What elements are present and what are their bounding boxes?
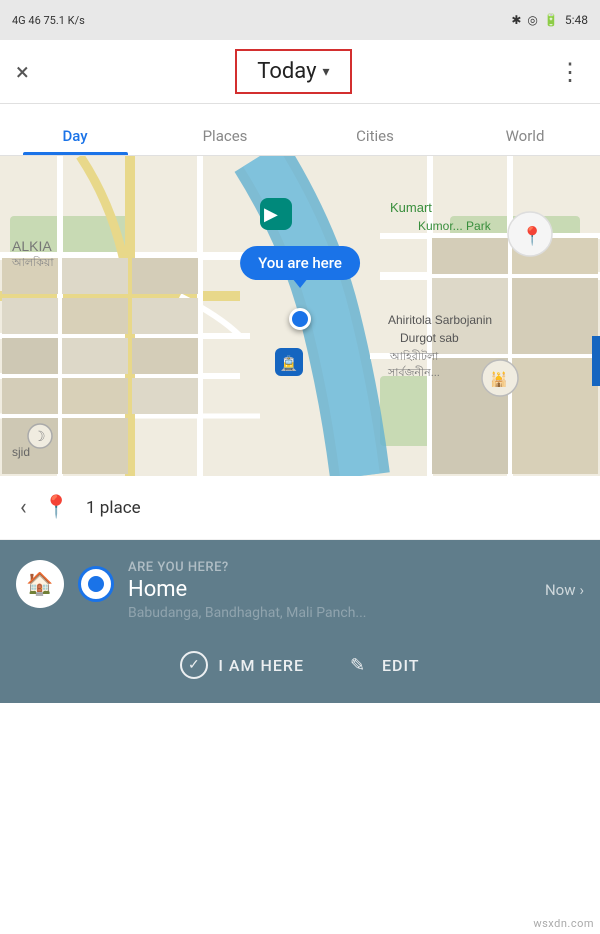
now-label[interactable]: Now › xyxy=(545,581,584,599)
back-button[interactable]: ‹ xyxy=(20,495,27,520)
home-icon: 🏠 xyxy=(26,572,53,597)
pin-icon: 📍 xyxy=(43,495,70,520)
chevron-right-icon: › xyxy=(579,581,584,599)
location-card: 🏠 ARE YOU HERE? Home Now › Babudanga, Ba… xyxy=(0,540,600,703)
battery-icon: 🔋 xyxy=(544,13,559,27)
dropdown-arrow-icon: ▾ xyxy=(323,64,330,80)
svg-text:Ahiritola Sarbojanin: Ahiritola Sarbojanin xyxy=(388,313,492,327)
i-am-here-label: I AM HERE xyxy=(218,656,304,675)
svg-text:সার্বজনীন...: সার্বজনীন... xyxy=(387,366,440,379)
time-display: 5:48 xyxy=(565,13,588,27)
edit-label: EDIT xyxy=(382,656,420,675)
place-address: Babudanga, Bandhaghat, Mali Panch... xyxy=(128,605,584,621)
bluetooth-icon: ✱ xyxy=(511,13,521,27)
location-icon: ◎ xyxy=(527,13,537,27)
tabs-bar: Day Places Cities World xyxy=(0,104,600,156)
status-bar: 4G 46 75.1 K/s ✱ ◎ 🔋 5:48 xyxy=(0,0,600,40)
place-name-row: Home Now › xyxy=(128,577,584,602)
i-am-here-button[interactable]: ✓ I AM HERE xyxy=(180,651,304,679)
svg-text:আলকিয়া: আলকিয়া xyxy=(11,256,54,269)
date-selector[interactable]: Today ▾ xyxy=(235,49,351,94)
svg-text:🚊: 🚊 xyxy=(280,355,297,372)
top-bar: × Today ▾ ⋮ xyxy=(0,40,600,104)
card-main-row: 🏠 ARE YOU HERE? Home Now › Babudanga, Ba… xyxy=(16,560,584,621)
svg-text:ALKIA: ALKIA xyxy=(12,238,52,254)
status-bar-left: 4G 46 75.1 K/s xyxy=(12,14,85,27)
svg-text:Durgot sab: Durgot sab xyxy=(400,331,459,345)
signal-info: 4G 46 75.1 K/s xyxy=(12,14,85,27)
tab-places[interactable]: Places xyxy=(150,104,300,155)
tab-cities[interactable]: Cities xyxy=(300,104,450,155)
action-row: ✓ I AM HERE ✎ EDIT xyxy=(16,631,584,703)
place-name: Home xyxy=(128,577,187,602)
are-you-here-label: ARE YOU HERE? xyxy=(128,560,584,575)
svg-text:আহিরীটলা: আহিরীটলা xyxy=(389,350,439,363)
tab-world[interactable]: World xyxy=(450,104,600,155)
dot-inner xyxy=(88,576,104,592)
edit-icon: ✎ xyxy=(344,651,372,679)
map-view[interactable]: ALKIA আলকিয়া ☽ 🚊 ▶ 📍 🕌 Kumart Kumor... … xyxy=(0,156,600,476)
home-icon-circle: 🏠 xyxy=(16,560,64,608)
tab-day[interactable]: Day xyxy=(0,104,150,155)
svg-text:☽: ☽ xyxy=(33,429,46,445)
svg-text:Kumor... Park: Kumor... Park xyxy=(418,219,492,233)
location-dot-indicator xyxy=(78,566,114,602)
check-circle-icon: ✓ xyxy=(180,651,208,679)
status-bar-right: ✱ ◎ 🔋 5:48 xyxy=(511,13,588,27)
svg-text:sjid: sjid xyxy=(12,445,30,459)
place-count-bar: ‹ 📍 1 place xyxy=(0,476,600,540)
place-count-text: 1 place xyxy=(86,498,141,518)
svg-text:Kumart: Kumart xyxy=(390,200,432,215)
svg-text:🕌: 🕌 xyxy=(490,370,507,388)
more-options-button[interactable]: ⋮ xyxy=(558,58,584,86)
current-location-dot xyxy=(289,308,311,330)
svg-text:▶: ▶ xyxy=(264,204,278,225)
watermark: wsxdn.com xyxy=(533,917,594,930)
card-info: ARE YOU HERE? Home Now › Babudanga, Band… xyxy=(128,560,584,621)
you-are-here-bubble: You are here xyxy=(240,246,360,280)
today-label: Today xyxy=(257,59,316,84)
svg-text:📍: 📍 xyxy=(521,225,543,247)
close-button[interactable]: × xyxy=(16,58,29,86)
edit-button[interactable]: ✎ EDIT xyxy=(344,651,420,679)
